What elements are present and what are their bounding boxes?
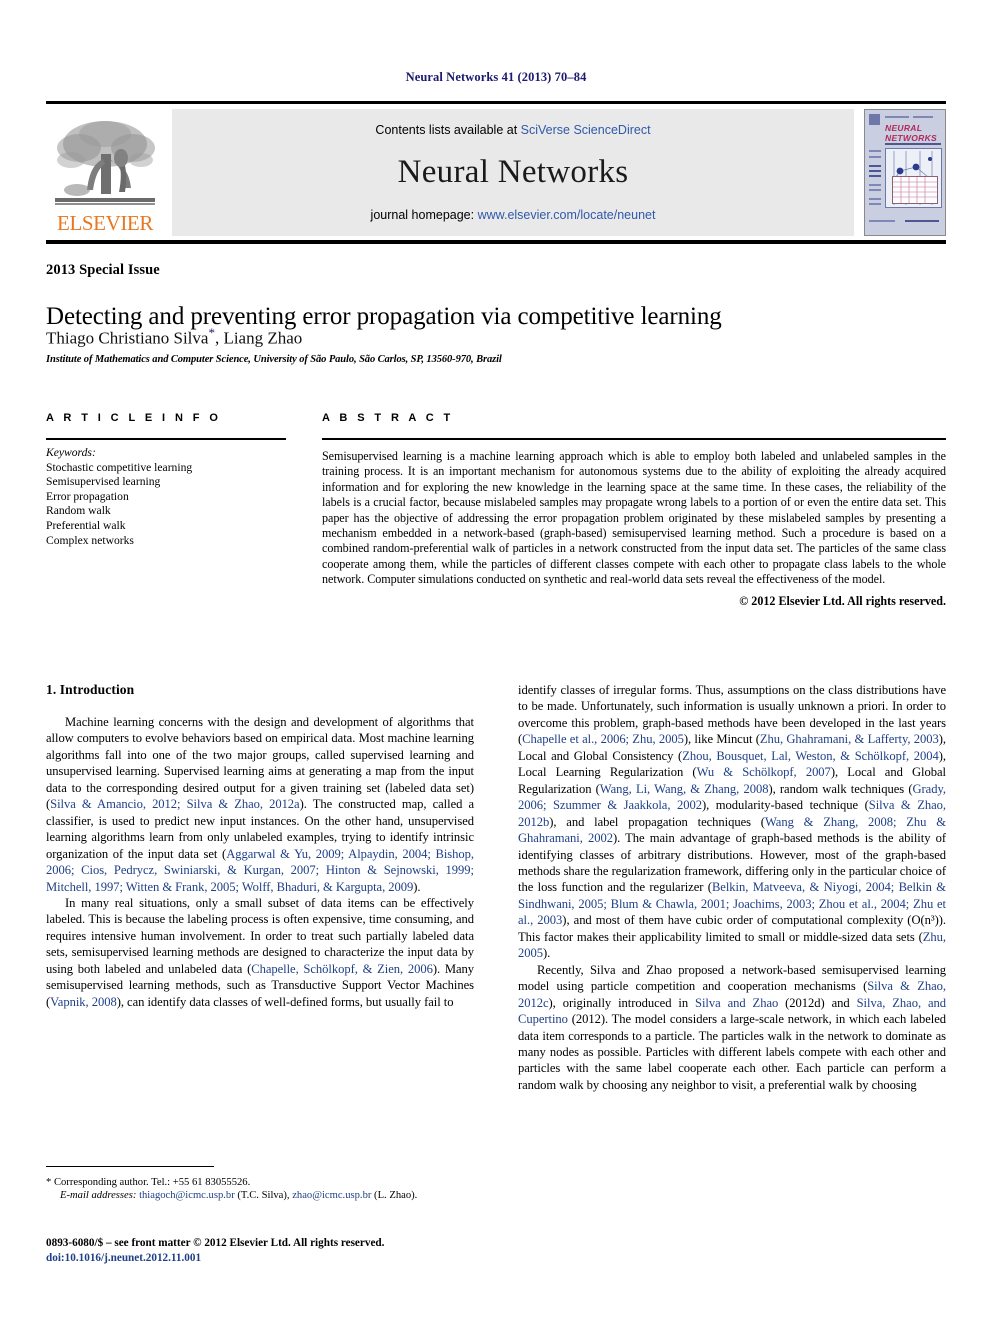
cover-side-line-8: [869, 198, 881, 200]
cover-grid-graphic: [892, 176, 938, 204]
running-head: Neural Networks 41 (2013) 70–84: [405, 70, 587, 84]
article-info-column: A R T I C L E I N F O Keywords: Stochast…: [46, 412, 286, 548]
citation-link[interactable]: Silva and Zhao: [695, 996, 778, 1010]
citation-link[interactable]: Wu & Schölkopf, 2007: [697, 765, 831, 779]
contents-prefix: Contents lists available at: [375, 123, 521, 137]
body-column-left: 1. Introduction Machine learning concern…: [46, 682, 474, 1010]
author-list: Thiago Christiano Silva*, Liang Zhao: [46, 325, 302, 349]
corresponding-author-note: * Corresponding author. Tel.: +55 61 830…: [46, 1177, 251, 1188]
email-link-1[interactable]: thiagoch@icmc.usp.br: [139, 1190, 235, 1201]
paragraph: Machine learning concerns with the desig…: [46, 715, 474, 894]
elsevier-tree-icon: [49, 114, 161, 212]
article-info-rule: [46, 438, 286, 440]
sciencedirect-link[interactable]: SciVerse ScienceDirect: [521, 123, 651, 137]
masthead-bottom-rule: [46, 240, 946, 244]
keywords-label: Keywords:: [46, 446, 96, 459]
cover-footer-line-1: [869, 220, 895, 222]
body-column-right: identify classes of irregular forms. Thu…: [518, 682, 946, 1093]
cover-line-2: [913, 116, 933, 118]
homepage-prefix: journal homepage:: [370, 208, 478, 222]
keyword-item: Preferential walk: [46, 518, 126, 532]
article-info-heading: A R T I C L E I N F O: [46, 412, 222, 424]
citation-link[interactable]: Wang, Li, Wang, & Zhang, 2008: [600, 782, 769, 796]
keyword-item: Random walk: [46, 504, 111, 518]
elsevier-wordmark: ELSEVIER: [57, 211, 153, 235]
cover-side-line-7: [869, 189, 881, 191]
citation-link[interactable]: Chapelle, Schölkopf, & Zien, 2006: [251, 962, 433, 976]
cover-side-line-2: [869, 156, 881, 158]
cover-publisher-mark: [869, 114, 880, 125]
citation-link[interactable]: Silva & Amancio, 2012; Silva & Zhao, 201…: [50, 797, 300, 811]
keywords-block: Keywords: Stochastic competitive learnin…: [46, 446, 286, 548]
abstract-heading: A B S T R A C T: [322, 412, 454, 424]
author-primary: Thiago Christiano Silva: [46, 328, 209, 348]
cover-journal-title: NEURAL NETWORKS: [885, 123, 937, 143]
footnote-rule: [46, 1166, 214, 1167]
masthead-top-rule: [46, 101, 946, 104]
cover-title-line-2: NETWORKS: [885, 132, 937, 143]
journal-homepage-line: journal homepage: www.elsevier.com/locat…: [371, 208, 656, 222]
cover-side-line-9: [869, 203, 881, 205]
cover-side-line-1: [869, 150, 881, 152]
cover-line-1: [885, 116, 909, 118]
issn-front-matter: 0893-6080/$ – see front matter © 2012 El…: [46, 1237, 385, 1249]
citation-link[interactable]: Chapelle et al., 2006; Zhu, 2005: [522, 732, 684, 746]
journal-title: Neural Networks: [397, 154, 629, 190]
keyword-item: Error propagation: [46, 489, 129, 503]
abstract-text: Semisupervised learning is a machine lea…: [322, 449, 946, 587]
email-label: E-mail addresses:: [60, 1190, 137, 1202]
citation-link[interactable]: Zhu, Ghahramani, & Lafferty, 2003: [760, 732, 939, 746]
email-link-2[interactable]: zhao@icmc.usp.br: [292, 1190, 371, 1201]
cover-side-line-6: [869, 184, 881, 186]
cover-title-line-1: NEURAL: [885, 123, 923, 133]
email-owner-2: (L. Zhao).: [371, 1190, 418, 1202]
masthead-center-panel: Contents lists available at SciVerse Sci…: [172, 109, 854, 236]
email-owner-1: (T.C. Silva),: [234, 1190, 293, 1202]
citation-link[interactable]: Zhou, Bousquet, Lal, Weston, & Schölkopf…: [682, 749, 939, 763]
abstract-rule: [322, 438, 946, 440]
keyword-item: Complex networks: [46, 533, 134, 547]
cover-side-line-3: [869, 165, 881, 167]
cover-side-line-5: [869, 175, 881, 177]
imprint-block: 0893-6080/$ – see front matter © 2012 El…: [46, 1236, 516, 1265]
footnote-block: * Corresponding author. Tel.: +55 61 830…: [46, 1176, 474, 1203]
keyword-item: Semisupervised learning: [46, 475, 161, 489]
paragraph: identify classes of irregular forms. Thu…: [518, 683, 947, 961]
cover-footer-line-2: [905, 220, 939, 222]
abstract-copyright: © 2012 Elsevier Ltd. All rights reserved…: [739, 593, 946, 608]
affiliation: Institute of Mathematics and Computer Sc…: [46, 354, 502, 365]
paper-page: Neural Networks 41 (2013) 70–84 ELSEVIER…: [0, 0, 992, 1323]
cover-side-line-4: [869, 170, 881, 172]
contents-lists-line: Contents lists available at SciVerse Sci…: [375, 123, 650, 137]
doi-link[interactable]: doi:10.1016/j.neunet.2012.11.001: [46, 1251, 516, 1266]
elsevier-logo: ELSEVIER: [46, 109, 164, 236]
email-addresses-note: E-mail addresses: thiagoch@icmc.usp.br (…: [46, 1189, 474, 1202]
citation-link[interactable]: Vapnik, 2008: [50, 995, 117, 1009]
journal-cover-thumbnail: NEURAL NETWORKS: [864, 109, 946, 236]
paragraph: In many real situations, only a small su…: [46, 895, 475, 1009]
author-secondary: , Liang Zhao: [214, 328, 303, 348]
keyword-item: Stochastic competitive learning: [46, 460, 193, 474]
section-heading-introduction: 1. Introduction: [46, 682, 135, 697]
abstract-column: A B S T R A C T Semisupervised learning …: [322, 412, 946, 609]
paragraph: Recently, Silva and Zhao proposed a netw…: [518, 962, 947, 1092]
journal-masthead: ELSEVIER Contents lists available at Sci…: [46, 101, 946, 244]
journal-homepage-link[interactable]: www.elsevier.com/locate/neunet: [478, 208, 656, 222]
cover-rule: [885, 143, 941, 145]
special-issue-label: 2013 Special Issue: [46, 262, 160, 278]
